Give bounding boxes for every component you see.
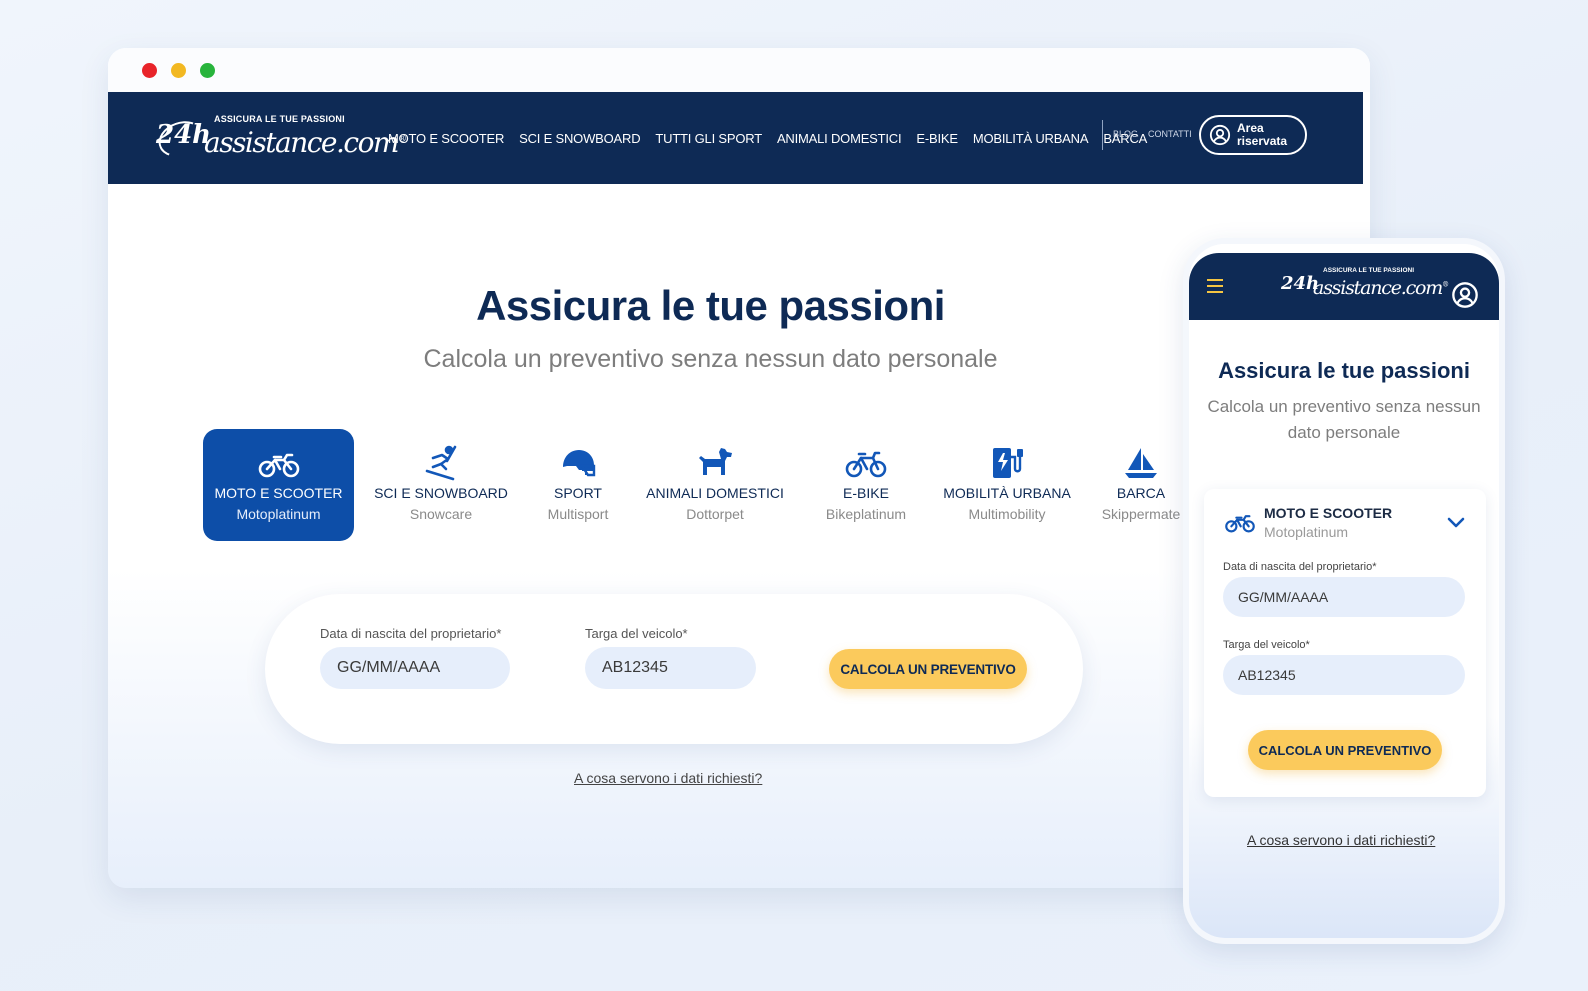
mobile-birthdate-field-group: Data di nascita del proprietario* (1223, 561, 1465, 617)
category-animali-domestici[interactable]: ANIMALI DOMESTICI Dottorpet (640, 429, 790, 541)
chevron-down-icon[interactable] (1446, 515, 1466, 529)
category-product: Multimobility (968, 506, 1046, 522)
plate-field-group: Targa del veicolo* (585, 626, 756, 689)
helmet-icon (563, 450, 596, 477)
logo-wordmark: assistance.com® (204, 126, 407, 159)
mobile-quote-form: MOTO E SCOOTER Motoplatinum Data di nasc… (1204, 489, 1486, 797)
plate-label: Targa del veicolo* (585, 626, 688, 641)
birthdate-label: Data di nascita del proprietario* (1223, 561, 1377, 573)
selected-category-title: MOTO E SCOOTER (1264, 505, 1393, 521)
skier-icon (425, 445, 457, 481)
mobile-phone-frame: ASSICURA LE TUE PASSIONI 24h assistance.… (1183, 238, 1505, 944)
birthdate-field-group: Data di nascita del proprietario* (320, 626, 510, 689)
logo-word: assistance.com (1313, 277, 1443, 299)
mobile-calculate-quote-button[interactable]: CALCOLA UN PREVENTIVO (1248, 730, 1442, 770)
birthdate-label: Data di nascita del proprietario* (320, 626, 502, 641)
window-maximize-dot[interactable] (200, 63, 215, 78)
category-product: Snowcare (409, 506, 473, 522)
window-close-dot[interactable] (142, 63, 157, 78)
secondary-nav: BLOG CONTATTI (1113, 129, 1192, 139)
area-riservata-button[interactable]: Area riservata (1199, 115, 1307, 155)
mobile-hero-subtitle: Calcola un preventivo senza nessun dato … (1207, 397, 1481, 442)
calculate-quote-button[interactable]: CALCOLA UN PREVENTIVO (829, 649, 1027, 689)
window-minimize-dot[interactable] (171, 63, 186, 78)
bicycle-icon (845, 451, 887, 478)
nav-link-animali[interactable]: ANIMALI DOMESTICI (777, 131, 902, 146)
category-title: MOBILITÀ URBANA (943, 485, 1071, 501)
site-header: ASSICURA LE TUE PASSIONI 24h assistance.… (108, 92, 1363, 184)
category-product: Skippermate (1101, 506, 1181, 522)
category-title: BARCA (1116, 485, 1166, 501)
browser-titlebar (108, 48, 1370, 92)
area-riservata-label: Area riservata (1237, 121, 1288, 148)
mobile-screen: ASSICURA LE TUE PASSIONI 24h assistance.… (1189, 244, 1499, 938)
category-title: SCI E SNOWBOARD (374, 485, 508, 501)
logo-tagline: ASSICURA LE TUE PASSIONI (214, 114, 345, 124)
category-selector: MOTO E SCOOTER Motoplatinum SCI E SNOWBO… (203, 429, 1203, 541)
plate-label: Targa del veicolo* (1223, 639, 1310, 651)
nav-link-contatti[interactable]: CONTATTI (1148, 129, 1192, 139)
nav-link-blog[interactable]: BLOG (1113, 129, 1138, 139)
motorbike-icon (258, 453, 299, 478)
mobile-header: ASSICURA LE TUE PASSIONI 24h assistance.… (1189, 253, 1499, 320)
hero-title: Assicura le tue passioni (476, 282, 945, 329)
logo-word: assistance.com (204, 126, 399, 159)
logo-wordmark: assistance.com® (1313, 277, 1449, 299)
charging-station-icon (993, 448, 1023, 478)
logo-number: 24h (156, 120, 212, 150)
hamburger-menu-icon[interactable] (1207, 279, 1223, 293)
category-e-bike[interactable]: E-BIKE Bikeplatinum (810, 429, 922, 541)
motorbike-icon (1225, 515, 1255, 533)
category-sport[interactable]: SPORT Multisport (529, 429, 627, 541)
why-data-link[interactable]: A cosa servono i dati richiesti? (574, 770, 762, 786)
user-circle-icon[interactable] (1451, 281, 1479, 309)
nav-link-sport[interactable]: TUTTI GLI SPORT (655, 131, 762, 146)
category-product: Motoplatinum (236, 506, 321, 522)
category-product: Dottorpet (686, 506, 744, 522)
nav-link-sci[interactable]: SCI E SNOWBOARD (519, 131, 640, 146)
main-nav: MOTO E SCOOTER SCI E SNOWBOARD TUTTI GLI… (388, 92, 1147, 184)
registered-mark: ® (1442, 280, 1449, 289)
plate-input[interactable] (585, 647, 756, 689)
sailboat-icon (1125, 448, 1157, 478)
category-product: Multisport (547, 506, 609, 522)
category-sci-snowboard[interactable]: SCI E SNOWBOARD Snowcare (366, 429, 516, 541)
hero-subtitle: Calcola un preventivo senza nessun dato … (423, 345, 998, 373)
mobile-site-logo[interactable]: ASSICURA LE TUE PASSIONI 24h assistance.… (1281, 267, 1449, 307)
nav-link-mobilita[interactable]: MOBILITÀ URBANA (973, 131, 1089, 146)
nav-link-ebike[interactable]: E-BIKE (916, 131, 958, 146)
quote-form: Data di nascita del proprietario* Targa … (265, 594, 1083, 744)
nav-divider (1102, 120, 1103, 150)
category-moto-scooter[interactable]: MOTO E SCOOTER Motoplatinum (203, 429, 354, 541)
birthdate-input[interactable] (320, 647, 510, 689)
desktop-browser-window: ASSICURA LE TUE PASSIONI 24h assistance.… (108, 48, 1370, 888)
mobile-plate-field-group: Targa del veicolo* (1223, 639, 1465, 695)
user-circle-icon (1209, 124, 1231, 146)
category-product: Bikeplatinum (825, 506, 907, 522)
site-logo[interactable]: ASSICURA LE TUE PASSIONI 24h assistance.… (153, 112, 407, 163)
category-title: MOTO E SCOOTER (214, 485, 343, 501)
mobile-hero-title: Assicura le tue passioni (1218, 358, 1470, 383)
mobile-birthdate-input[interactable] (1223, 577, 1465, 617)
category-title: ANIMALI DOMESTICI (646, 485, 784, 501)
category-barca[interactable]: BARCA Skippermate (1093, 429, 1189, 541)
logo-tagline: ASSICURA LE TUE PASSIONI (1323, 267, 1415, 274)
category-mobilita-urbana[interactable]: MOBILITÀ URBANA Multimobility (937, 429, 1077, 541)
category-title: SPORT (554, 485, 602, 501)
mobile-plate-input[interactable] (1223, 655, 1465, 695)
category-title: E-BIKE (843, 485, 889, 501)
dog-icon (699, 448, 732, 475)
nav-link-moto[interactable]: MOTO E SCOOTER (388, 131, 504, 146)
mobile-why-data-link[interactable]: A cosa servono i dati richiesti? (1247, 832, 1435, 848)
selected-category-product: Motoplatinum (1264, 524, 1349, 540)
